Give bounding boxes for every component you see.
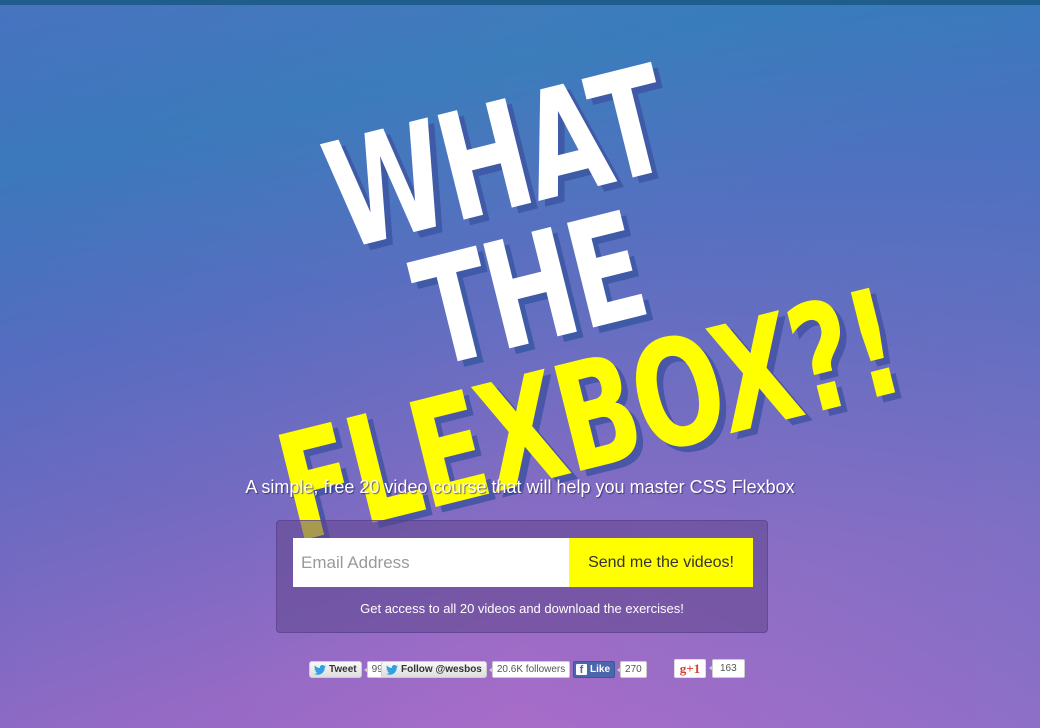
facebook-f-icon: f (576, 664, 587, 676)
google-plus-count: 163 (709, 659, 745, 678)
tweet-button[interactable]: Tweet (309, 661, 362, 678)
google-plus-button[interactable]: g+1 (674, 659, 706, 678)
tweet-label: Tweet (329, 664, 357, 675)
facebook-like-button[interactable]: f Like (573, 661, 616, 678)
send-videos-button[interactable]: Send me the videos! (569, 538, 753, 587)
tagline: A simple, free 20 video course that will… (245, 477, 795, 497)
followers-count: 20.6K followers (488, 661, 571, 678)
signup-form: Send me the videos! Get access to all 20… (276, 520, 768, 633)
google-plus-widget: g+1 163 (674, 659, 745, 678)
email-input[interactable] (293, 538, 569, 587)
google-plus-icon: g+1 (679, 660, 701, 676)
twitter-bird-icon (314, 664, 326, 675)
page-headline: WHAT THE FLEXBOX?! (92, 0, 948, 576)
follow-button[interactable]: Follow @wesbos (381, 661, 487, 678)
follow-label: Follow @wesbos (401, 664, 482, 675)
facebook-like-label: Like (590, 664, 611, 675)
signup-note: Get access to all 20 videos and download… (360, 601, 684, 616)
twitter-bird-icon (386, 664, 398, 675)
facebook-like-widget: f Like 270 (573, 660, 647, 679)
facebook-like-count: 270 (617, 661, 647, 678)
top-bar (0, 0, 1040, 5)
follow-widget: Follow @wesbos 20.6K followers (381, 660, 571, 679)
